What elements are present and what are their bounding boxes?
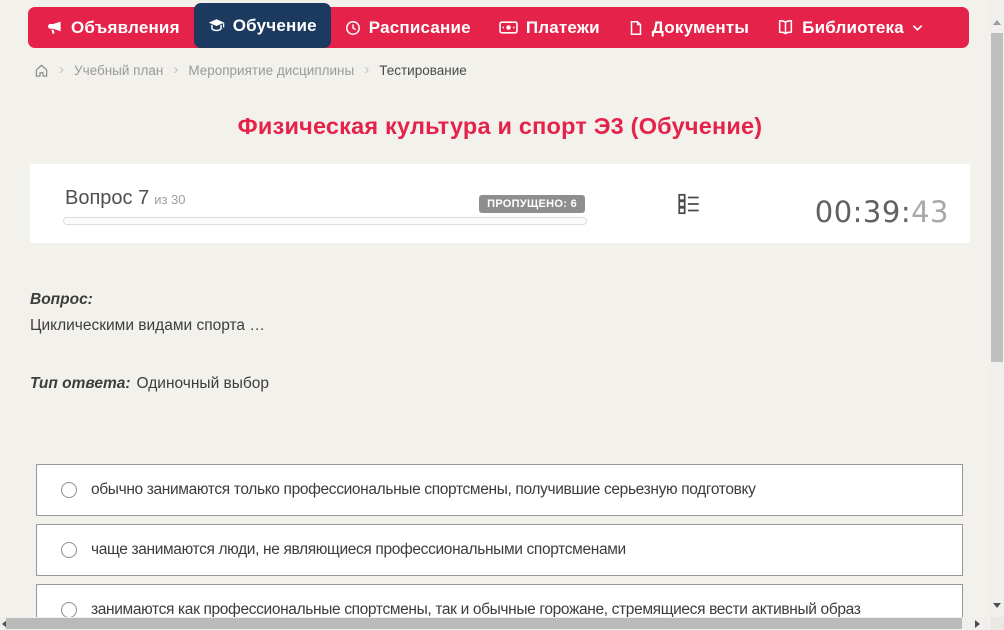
nav-item-label: Объявления [71,17,180,37]
answer-option[interactable]: чаще занимаются люди, не являющиеся проф… [36,524,963,576]
answer-options: обычно занимаются только профессиональны… [36,464,963,630]
chevron-right-icon: › [364,61,370,78]
timer-seconds: 43 [911,195,949,229]
radio-icon[interactable] [61,602,77,618]
horizontal-scrollbar-thumb[interactable] [6,618,962,629]
answer-type: Тип ответа: Одиночный выбор [30,375,269,393]
breadcrumb-link-discipline-event[interactable]: Мероприятие дисциплины [188,63,354,78]
radio-icon[interactable] [61,542,77,558]
page-title: Физическая культура и спорт Э3 (Обучение… [237,113,763,139]
answer-option[interactable]: обычно занимаются только профессиональны… [36,464,963,516]
home-icon[interactable] [34,63,49,78]
nav-item-label: Расписание [368,17,471,37]
answer-type-value: Одиночный выбор [136,375,270,392]
question-number: Вопрос 7 из 30 [65,187,186,210]
nav-item-label: Библиотека [802,17,904,37]
skipped-badge: ПРОПУЩЕНО: 6 [479,195,585,213]
document-icon [628,20,644,36]
answer-option-label: обычно занимаются только профессиональны… [91,481,756,499]
book-icon [777,19,794,36]
breadcrumb: › Учебный план › Мероприятие дисциплины … [34,61,467,78]
answer-type-label: Тип ответа: [30,375,131,392]
question-total-label: из 30 [154,192,186,207]
breadcrumb-link-curriculum[interactable]: Учебный план [74,63,163,78]
nav-item-schedule[interactable]: Расписание [331,7,485,48]
question-card: Вопрос 7 из 30 ПРОПУЩЕНО: 6 00:39:43 [30,164,970,243]
checklist-icon[interactable] [676,191,702,217]
clock-icon [345,20,361,36]
vertical-scrollbar-thumb[interactable] [991,33,1003,362]
nav-item-learning[interactable]: Обучение [193,3,331,48]
timer-hours-minutes: 00:39: [814,195,912,229]
breadcrumb-current: Тестирование [379,63,467,78]
vertical-scrollbar[interactable] [990,0,1004,630]
nav-item-label: Платежи [525,17,600,37]
nav-item-documents[interactable]: Документы [614,7,763,48]
chevron-down-icon [912,24,923,32]
scroll-right-icon[interactable] [975,620,980,628]
graduation-cap-icon [208,17,225,34]
progress-bar [63,217,587,225]
nav-item-announcements[interactable]: Объявления [33,7,194,48]
test-page: Объявления Обучение Расписание Платежи Д… [0,0,1004,630]
chevron-right-icon: › [173,61,179,78]
cash-icon [499,20,518,35]
nav-item-library[interactable]: Библиотека [763,7,937,48]
nav-item-label: Документы [651,17,750,37]
scroll-up-icon[interactable] [993,20,1001,25]
chevron-right-icon: › [59,61,64,78]
nav-item-payments[interactable]: Платежи [485,7,614,48]
timer: 00:39:43 [815,195,949,229]
scroll-down-icon[interactable] [993,603,1001,608]
radio-icon[interactable] [61,482,77,498]
question-number-label: Вопрос 7 [65,187,150,209]
scrollbar-corner [990,617,1004,630]
main-nav: Объявления Обучение Расписание Платежи Д… [28,3,969,48]
question-text: Циклическими видами спорта … [30,317,265,334]
megaphone-icon [47,20,63,36]
answer-option-label: чаще занимаются люди, не являющиеся проф… [91,541,626,559]
question-label: Вопрос: [30,291,93,308]
horizontal-scrollbar[interactable] [0,617,988,630]
nav-item-label: Обучение [232,15,317,35]
